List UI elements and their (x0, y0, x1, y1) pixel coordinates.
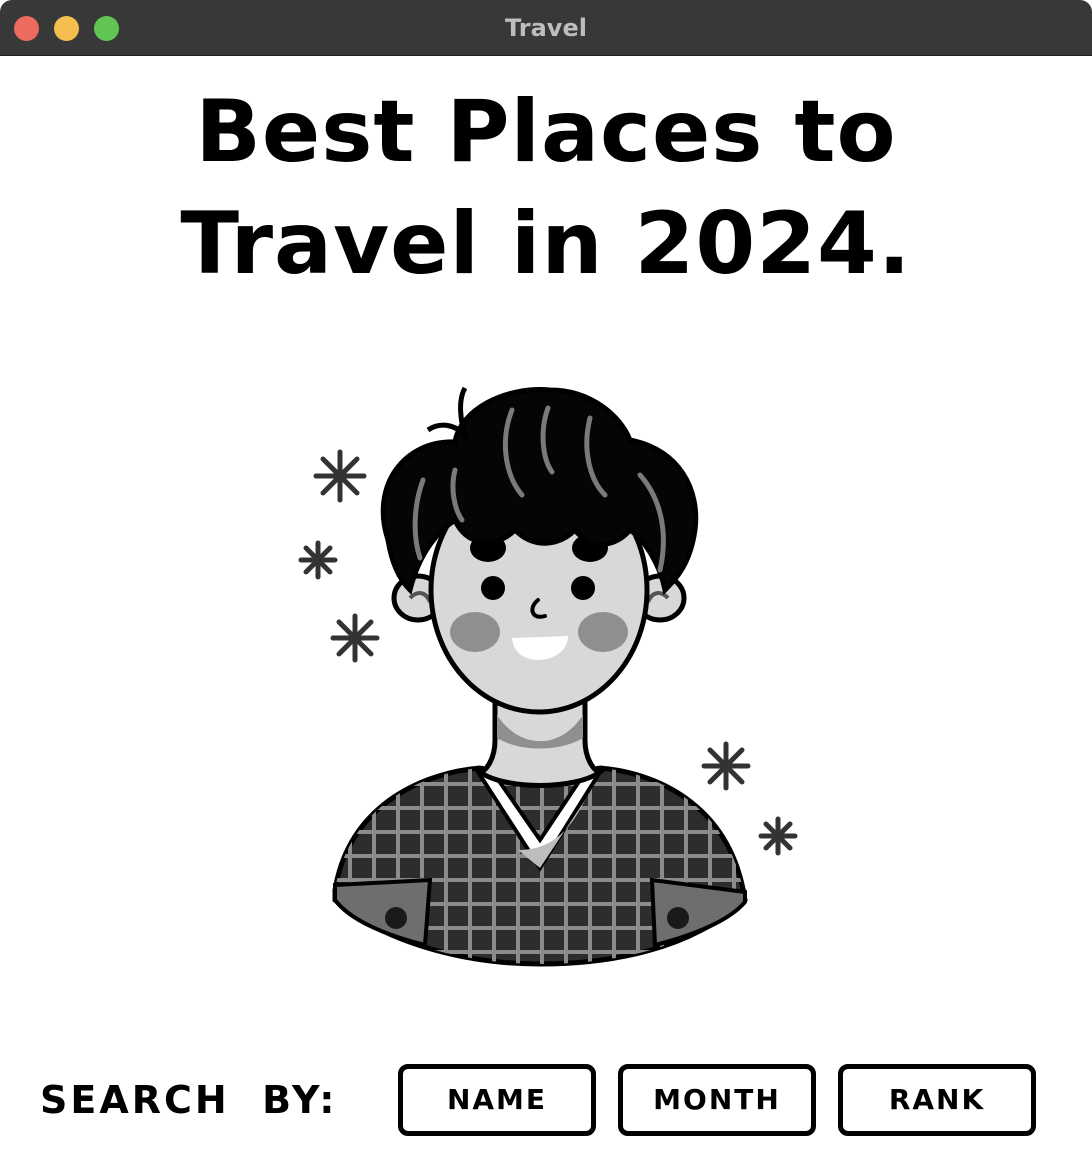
headline-line-1: Best Places to (195, 82, 897, 182)
title-bar: Travel (0, 0, 1092, 56)
minimize-window-button[interactable] (54, 16, 79, 41)
search-by-rank-button[interactable]: RANK (838, 1064, 1036, 1136)
maximize-window-button[interactable] (94, 16, 119, 41)
search-by-month-button[interactable]: MONTH (618, 1064, 816, 1136)
search-by-name-button[interactable]: NAME (398, 1064, 596, 1136)
window-title: Travel (505, 14, 587, 42)
close-window-button[interactable] (14, 16, 39, 41)
search-by-bar: SEARCH BY: NAME MONTH RANK (0, 1064, 1092, 1136)
shirt (332, 765, 748, 967)
page-headline: Best Places to Travel in 2024. (0, 76, 1092, 300)
headline-line-2: Travel in 2024. (180, 194, 912, 294)
person-avatar-illustration (298, 386, 798, 967)
search-by-label: SEARCH BY: (40, 1078, 338, 1122)
app-window: Travel Best Places to Travel in 2024. SE… (0, 0, 1092, 1174)
